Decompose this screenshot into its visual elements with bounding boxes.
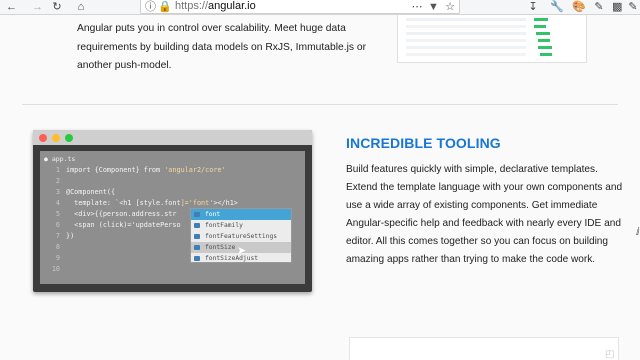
- browser-toolbar: ← → ↻ ⌂ ⓘ 🔒 https://angular.io ⋯ ▼ ☆ ↧ 🔧…: [0, 0, 640, 15]
- close-dot-icon: [39, 134, 47, 142]
- perf-chart-image: [397, 15, 587, 63]
- forward-arrow-icon[interactable]: →: [32, 1, 43, 14]
- star-icon[interactable]: ☆: [445, 1, 455, 14]
- back-arrow-icon[interactable]: ←: [6, 1, 17, 14]
- code-line: 7}): [55, 232, 75, 240]
- home-icon[interactable]: ⌂: [76, 1, 86, 14]
- code-line: 1 import {Component} from 'angular2/core': [55, 166, 226, 174]
- property-icon: [194, 234, 200, 239]
- wrench-icon[interactable]: 🔧: [550, 1, 564, 14]
- dropper-icon[interactable]: ✎: [628, 1, 638, 14]
- minimize-dot-icon: [52, 134, 60, 142]
- property-icon: [194, 212, 200, 217]
- scalability-text: Angular puts you in control over scalabi…: [77, 23, 367, 71]
- autocomplete-item[interactable]: fontFeatureSettings: [191, 231, 291, 242]
- url-protocol: https://: [175, 0, 209, 12]
- section-divider: [22, 104, 618, 105]
- code-line: 6 <span (click)='updatePerso: [55, 221, 181, 229]
- page-content: Angular puts you in control over scalabi…: [0, 15, 640, 360]
- brush-icon[interactable]: ✎: [594, 1, 604, 14]
- puzzle-icon[interactable]: ▩: [612, 1, 622, 14]
- code-line: 3 @Component({: [55, 188, 116, 196]
- download-icon[interactable]: ↧: [528, 1, 538, 14]
- feature-description: Build features quickly with simple, decl…: [346, 164, 623, 266]
- mouse-pointer-icon: ➤: [237, 245, 247, 257]
- url-bar[interactable]: ⓘ 🔒 https://angular.io ⋯ ▼ ☆: [140, 0, 460, 14]
- property-icon: [194, 256, 200, 261]
- url-host: angular.io: [208, 0, 256, 12]
- url-text[interactable]: https://angular.io: [175, 0, 256, 13]
- code-line: 10: [51, 265, 60, 273]
- autocomplete-item[interactable]: font: [191, 209, 291, 220]
- file-tab: ● app.ts: [44, 155, 76, 163]
- editor-titlebar: [33, 130, 312, 145]
- menu-dots-icon[interactable]: ⋯: [411, 1, 423, 14]
- info-icon[interactable]: ⓘ: [145, 1, 156, 14]
- code-line: 9: [55, 254, 60, 262]
- code-line: 2: [55, 177, 60, 185]
- property-icon: [194, 245, 200, 250]
- watermark-logo-icon: ◰: [605, 349, 615, 360]
- text-cursor-icon: ⅈ: [636, 227, 640, 238]
- bottom-card: [349, 337, 619, 360]
- maximize-dot-icon: [65, 134, 73, 142]
- feature-title: INCREDIBLE TOOLING: [346, 135, 501, 151]
- property-icon: [194, 223, 200, 228]
- refresh-icon[interactable]: ↻: [52, 1, 62, 14]
- palette-icon[interactable]: 🎨: [572, 1, 586, 14]
- code-line: 5 <div>{{person.address.str: [55, 210, 177, 218]
- lock-icon: 🔒: [158, 1, 172, 13]
- autocomplete-item[interactable]: fontFamily: [191, 220, 291, 231]
- code-line: 8: [55, 243, 60, 251]
- pocket-icon[interactable]: ▼: [428, 1, 439, 14]
